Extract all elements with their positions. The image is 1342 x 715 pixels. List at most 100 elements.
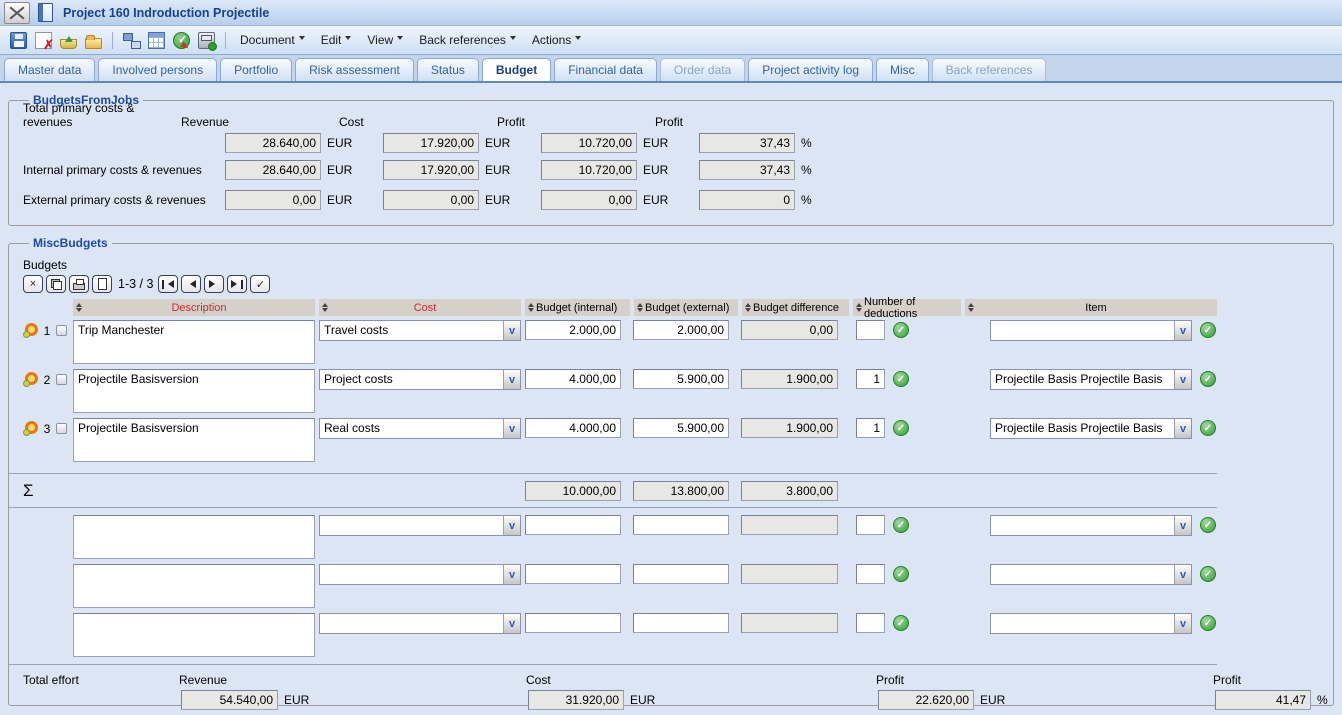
prev-page-button[interactable] xyxy=(181,275,201,293)
budget-external-input[interactable] xyxy=(633,320,729,340)
chevron-down-icon[interactable]: v xyxy=(503,614,520,633)
deductions-input[interactable] xyxy=(856,320,885,340)
chevron-down-icon[interactable]: v xyxy=(503,370,520,389)
deductions-input[interactable] xyxy=(856,515,885,535)
tab-involved-persons[interactable]: Involved persons xyxy=(98,58,217,81)
ok-check-icon[interactable]: ✓ xyxy=(893,615,909,631)
budget-external-input[interactable] xyxy=(633,564,729,584)
apply-button[interactable]: ✓ xyxy=(250,275,270,293)
tab-portfolio[interactable]: Portfolio xyxy=(220,58,292,81)
ok-check-icon[interactable]: ✓ xyxy=(893,371,909,387)
sort-icon[interactable] xyxy=(856,300,862,315)
tab-status[interactable]: Status xyxy=(417,58,479,81)
hierarchy-icon[interactable] xyxy=(123,32,140,49)
item-select[interactable]: v xyxy=(990,320,1192,341)
item-select[interactable]: v xyxy=(990,613,1192,634)
menu-view[interactable]: View xyxy=(359,33,411,47)
tab-misc[interactable]: Misc xyxy=(876,58,929,81)
deductions-input[interactable] xyxy=(856,613,885,633)
chevron-down-icon[interactable]: v xyxy=(1174,419,1191,438)
budget-internal-input[interactable] xyxy=(525,564,621,584)
chevron-down-icon[interactable]: v xyxy=(1174,516,1191,535)
budget-external-input[interactable] xyxy=(633,418,729,438)
deductions-input[interactable] xyxy=(856,369,885,389)
tab-risk-assessment[interactable]: Risk assessment xyxy=(295,58,414,81)
cost-type-select[interactable]: v xyxy=(319,564,521,585)
cost-type-select[interactable]: v xyxy=(319,515,521,536)
budget-internal-input[interactable] xyxy=(525,613,621,633)
chevron-down-icon[interactable]: v xyxy=(1174,321,1191,340)
ok-check-icon[interactable]: ✓ xyxy=(893,322,909,338)
cost-type-select[interactable]: Real costsv xyxy=(319,418,521,439)
ok-check-icon[interactable]: ✓ xyxy=(1200,566,1216,582)
chevron-down-icon[interactable]: v xyxy=(503,516,520,535)
delete-row-button[interactable]: × xyxy=(23,275,43,293)
budget-external-input[interactable] xyxy=(633,369,729,389)
tab-master-data[interactable]: Master data xyxy=(4,58,95,81)
row-checkbox[interactable] xyxy=(56,423,67,434)
cost-type-select[interactable]: v xyxy=(319,613,521,634)
budget-internal-input[interactable] xyxy=(525,418,621,438)
record-link-icon[interactable] xyxy=(23,421,38,436)
confirm-return-icon[interactable] xyxy=(173,32,190,49)
sort-icon[interactable] xyxy=(322,300,328,315)
basket-checkin-icon[interactable] xyxy=(60,39,77,49)
save-icon[interactable] xyxy=(10,32,27,49)
tab-financial-data[interactable]: Financial data xyxy=(554,58,657,81)
menu-back-references[interactable]: Back references xyxy=(411,33,524,47)
sort-icon[interactable] xyxy=(528,300,534,315)
delete-document-icon[interactable] xyxy=(35,32,52,49)
description-input[interactable]: Projectile Basisversion xyxy=(73,418,315,462)
budget-external-input[interactable] xyxy=(633,515,729,535)
new-row-button[interactable] xyxy=(92,275,112,293)
description-input[interactable] xyxy=(73,515,315,559)
description-input[interactable] xyxy=(73,613,315,657)
tab-budget[interactable]: Budget xyxy=(482,58,551,81)
last-page-button[interactable] xyxy=(227,275,247,293)
item-select[interactable]: Projectile Basis Projectile Basisv xyxy=(990,418,1192,439)
record-link-icon[interactable] xyxy=(23,323,38,338)
ok-check-icon[interactable]: ✓ xyxy=(1200,615,1216,631)
deductions-input[interactable] xyxy=(856,564,885,584)
row-checkbox[interactable] xyxy=(56,374,67,385)
chevron-down-icon[interactable]: v xyxy=(503,321,520,340)
description-input[interactable]: Trip Manchester xyxy=(73,320,315,364)
chevron-down-icon[interactable]: v xyxy=(503,565,520,584)
item-select[interactable]: v xyxy=(990,515,1192,536)
row-checkbox[interactable] xyxy=(56,325,67,336)
item-select[interactable]: Projectile Basis Projectile Basisv xyxy=(990,369,1192,390)
menu-document[interactable]: Document xyxy=(232,33,313,47)
budget-external-input[interactable] xyxy=(633,613,729,633)
deductions-input[interactable] xyxy=(856,418,885,438)
close-icon[interactable] xyxy=(4,2,30,24)
budget-internal-input[interactable] xyxy=(525,320,621,340)
ok-check-icon[interactable]: ✓ xyxy=(1200,517,1216,533)
sort-icon[interactable] xyxy=(745,300,751,315)
sort-icon[interactable] xyxy=(968,300,974,315)
item-select[interactable]: v xyxy=(990,564,1192,585)
cost-type-select[interactable]: Travel costsv xyxy=(319,320,521,341)
chevron-down-icon[interactable]: v xyxy=(1174,614,1191,633)
next-page-button[interactable] xyxy=(204,275,224,293)
cost-type-select[interactable]: Project costsv xyxy=(319,369,521,390)
chevron-down-icon[interactable]: v xyxy=(1174,370,1191,389)
menu-actions[interactable]: Actions xyxy=(524,33,589,47)
ok-check-icon[interactable]: ✓ xyxy=(893,420,909,436)
ok-check-icon[interactable]: ✓ xyxy=(1200,322,1216,338)
sort-icon[interactable] xyxy=(637,300,643,315)
ok-check-icon[interactable]: ✓ xyxy=(1200,420,1216,436)
menu-edit[interactable]: Edit xyxy=(313,33,360,47)
budget-internal-input[interactable] xyxy=(525,515,621,535)
print-button[interactable] xyxy=(69,275,89,293)
copy-row-button[interactable] xyxy=(46,275,66,293)
description-input[interactable] xyxy=(73,564,315,608)
first-page-button[interactable] xyxy=(158,275,178,293)
calculator-icon[interactable] xyxy=(198,32,215,49)
budget-internal-input[interactable] xyxy=(525,369,621,389)
chevron-down-icon[interactable]: v xyxy=(1174,565,1191,584)
open-folder-icon[interactable] xyxy=(85,38,102,49)
sort-icon[interactable] xyxy=(76,300,82,315)
ok-check-icon[interactable]: ✓ xyxy=(893,517,909,533)
table-view-icon[interactable] xyxy=(148,32,165,49)
record-link-icon[interactable] xyxy=(23,372,38,387)
